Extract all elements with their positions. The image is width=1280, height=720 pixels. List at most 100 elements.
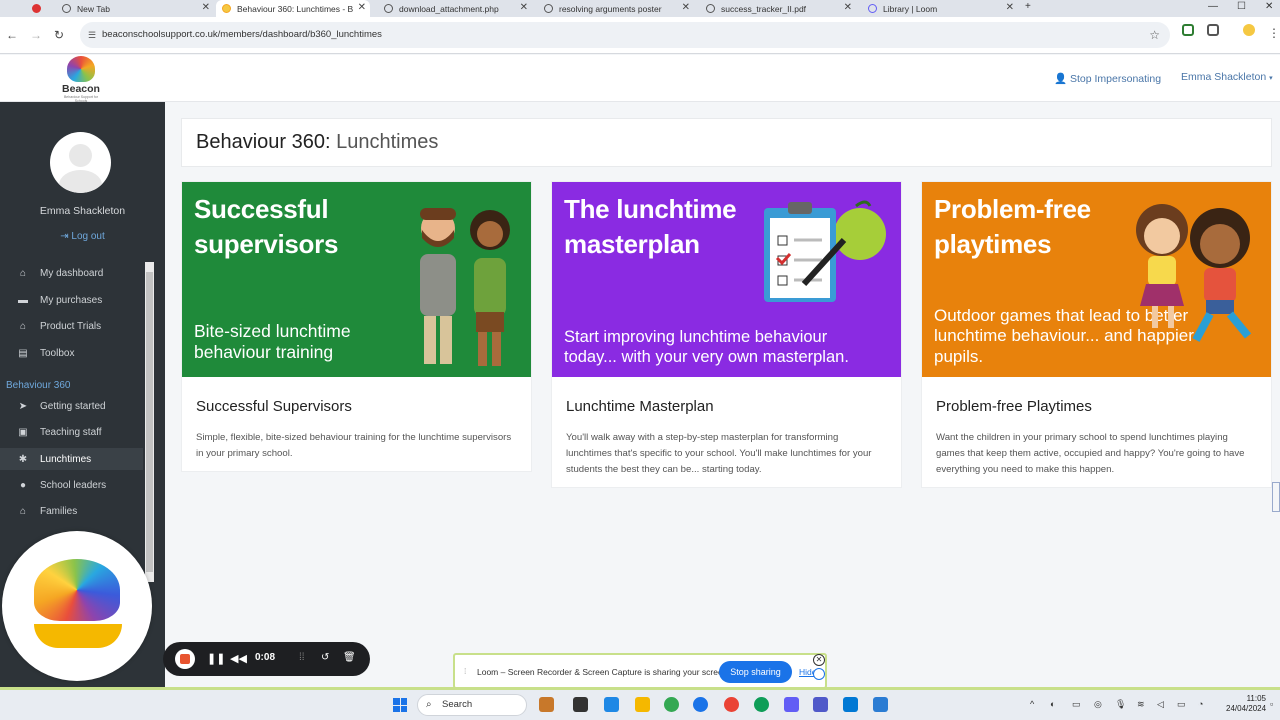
sidebar-item-families[interactable]: ⌂ Families <box>0 500 143 522</box>
pause-icon[interactable]: ❚❚ <box>207 652 225 665</box>
sidebar-item-teaching-staff[interactable]: ▣ Teaching staff <box>0 421 143 443</box>
chevron-up-icon[interactable]: ^ <box>1030 699 1034 709</box>
tab-title: download_attachment.php <box>399 3 499 14</box>
site-info-icon[interactable]: ☰ <box>88 22 96 48</box>
side-widget-tab[interactable] <box>1272 482 1280 512</box>
taskbar-app-icon[interactable] <box>873 697 888 712</box>
tray-app-icon[interactable]: ▭ <box>1072 699 1081 710</box>
drag-grid-icon[interactable]: ⁞⁞ <box>299 652 305 663</box>
close-icon[interactable]: ✕ <box>202 2 210 13</box>
system-clock[interactable]: 11:05 24/04/2024 <box>1226 694 1266 715</box>
stop-recording-button[interactable] <box>175 649 195 669</box>
course-card-problem-free-playtimes[interactable]: Problem-free playtimes Outdoor games tha… <box>921 181 1272 488</box>
stop-sharing-button[interactable]: Stop sharing <box>719 661 792 683</box>
forward-button[interactable]: → <box>30 28 42 42</box>
tab-behaviour-360[interactable]: Behaviour 360: Lunchtimes - B ✕ <box>216 0 370 17</box>
chrome-icon[interactable] <box>664 697 679 712</box>
delete-trash-icon[interactable]: 🗑 <box>343 652 356 663</box>
taskbar-app-icon[interactable] <box>573 697 588 712</box>
stop-impersonating-label: Stop Impersonating <box>1070 73 1162 85</box>
sidebar-item-getting-started[interactable]: ➤ Getting started <box>0 395 143 417</box>
reload-button[interactable]: ↻ <box>54 28 64 42</box>
sidebar-item-school-leaders[interactable]: ● School leaders <box>0 474 143 496</box>
user-menu[interactable]: Emma Shackleton ▾ <box>1181 71 1273 83</box>
sidebar-item-label: Toolbox <box>40 347 75 359</box>
extensions-puzzle-icon[interactable] <box>1207 24 1219 36</box>
windows-start-icon[interactable] <box>393 698 407 712</box>
close-icon[interactable]: ✕ <box>358 2 366 13</box>
taskbar-app-icon[interactable] <box>843 697 858 712</box>
course-card-successful-supervisors[interactable]: Successful supervisors Bite-sized luncht… <box>181 181 532 472</box>
tab-resolving-arguments[interactable]: resolving arguments poster ✕ <box>538 0 694 17</box>
file-explorer-icon[interactable] <box>635 697 650 712</box>
loom-camera-bubble[interactable] <box>2 531 152 681</box>
sidebar-item-my-dashboard[interactable]: ⌂ My dashboard <box>0 262 143 284</box>
minimize-button[interactable]: — <box>1208 1 1218 12</box>
logo-text: Beacon <box>62 83 100 95</box>
close-icon[interactable]: ✕ <box>844 2 852 13</box>
course-title[interactable]: Lunchtime Masterplan <box>566 398 714 415</box>
volume-icon[interactable]: ◁ <box>1157 699 1164 710</box>
taskbar-app-icon[interactable] <box>754 697 769 712</box>
back-button[interactable]: ← <box>6 28 18 42</box>
loom-icon[interactable] <box>784 697 799 712</box>
course-title[interactable]: Successful Supervisors <box>196 398 352 415</box>
taskbar-app-icon[interactable] <box>604 697 619 712</box>
sidebar-item-label: Lunchtimes <box>40 453 92 465</box>
close-icon[interactable]: ✕ <box>1006 2 1014 13</box>
cutlery-icon: ✱ <box>18 453 28 465</box>
new-tab-button[interactable]: + <box>1025 1 1031 12</box>
tray-app-icon[interactable]: ◐ <box>1050 699 1055 709</box>
tab-loom-library[interactable]: Library | Loom ✕ <box>862 0 1018 17</box>
tray-app-icon[interactable]: ◎ <box>1094 699 1102 710</box>
sidebar-scrollbar[interactable] <box>145 262 154 582</box>
close-icon[interactable]: ✕ <box>682 2 690 13</box>
taskbar-app-icon[interactable] <box>724 697 739 712</box>
beacon-logo[interactable]: Beacon Behaviour Support for Schools <box>58 56 104 103</box>
course-banner[interactable]: The lunchtime masterplan Start improving… <box>552 182 901 377</box>
sidebar-item-product-trials[interactable]: ⌂ Product Trials <box>0 315 143 337</box>
recording-tab-indicator[interactable] <box>26 0 42 17</box>
tab-success-tracker[interactable]: success_tracker_II.pdf ✕ <box>700 0 856 17</box>
sidebar-item-lunchtimes[interactable]: ✱ Lunchtimes <box>0 448 143 470</box>
address-bar[interactable]: ☰ beaconschoolsupport.co.uk/members/dash… <box>80 22 1170 48</box>
taskbar-search[interactable]: ⌕ Search <box>417 694 527 716</box>
restart-icon[interactable]: ↺ <box>321 652 329 663</box>
notifications-icon[interactable]: ▫ <box>1270 699 1273 709</box>
maximize-button[interactable]: ☐ <box>1237 1 1246 12</box>
page-title-suffix: Lunchtimes <box>336 131 439 153</box>
loom-favicon-icon <box>868 4 877 13</box>
browser-menu-icon[interactable]: ⋮ <box>1268 26 1280 40</box>
screen-share-notice: ⁞ Loom – Screen Recorder & Screen Captur… <box>453 653 827 689</box>
search-icon: ⌕ <box>426 699 432 710</box>
wifi-icon[interactable]: ≋ <box>1137 699 1145 710</box>
course-banner[interactable]: Successful supervisors Bite-sized luncht… <box>182 182 531 377</box>
taskbar-app-icon[interactable] <box>539 697 554 712</box>
profile-avatar[interactable] <box>1243 24 1255 36</box>
rewind-icon[interactable]: ◀◀ <box>230 652 247 665</box>
tray-app-icon[interactable]: ◔ <box>1198 699 1203 709</box>
course-card-lunchtime-masterplan[interactable]: The lunchtime masterplan Start improving… <box>551 181 902 488</box>
stop-impersonating-link[interactable]: 👤 Stop Impersonating <box>1054 72 1161 85</box>
logout-link[interactable]: ⇥ Log out <box>0 231 165 242</box>
close-icon[interactable]: ✕ <box>813 654 825 666</box>
teams-icon[interactable] <box>813 697 828 712</box>
clock-date: 24/04/2024 <box>1226 704 1267 714</box>
battery-icon[interactable]: ▭ <box>1177 699 1186 710</box>
sidebar-item-my-purchases[interactable]: ▬ My purchases <box>0 289 143 311</box>
sidebar-item-toolbox[interactable]: ▤ Toolbox <box>0 342 143 364</box>
tab-download-attachment[interactable]: download_attachment.php ✕ <box>378 0 532 17</box>
microphone-icon[interactable]: 🎙 <box>1115 699 1126 710</box>
scrollbar-thumb[interactable] <box>146 272 153 572</box>
close-icon[interactable]: ✕ <box>520 2 528 13</box>
recording-timer: 0:08 <box>255 652 276 663</box>
bookmark-star-icon[interactable]: ☆ <box>1149 22 1160 48</box>
tab-new-tab[interactable]: New Tab ✕ <box>56 0 214 17</box>
course-title[interactable]: Problem-free Playtimes <box>936 398 1092 415</box>
sidebar-item-label: Product Trials <box>40 320 102 332</box>
edge-icon[interactable] <box>693 697 708 712</box>
course-banner[interactable]: Problem-free playtimes Outdoor games tha… <box>922 182 1271 377</box>
extension-icon[interactable] <box>1182 24 1194 36</box>
close-window-button[interactable]: ✕ <box>1265 1 1273 12</box>
drag-handle-icon[interactable]: ⁞ <box>464 666 466 676</box>
